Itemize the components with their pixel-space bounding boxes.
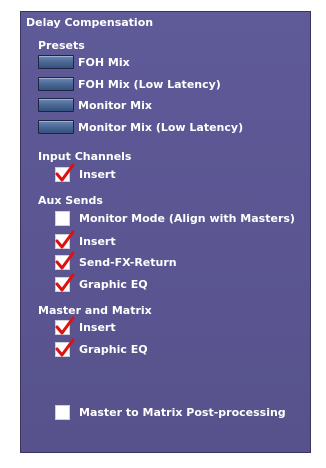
preset-label: FOH Mix (Low Latency) <box>78 77 221 91</box>
master-to-matrix-post-processing-checkbox[interactable] <box>55 405 70 420</box>
aux-monitor-mode-checkbox-row[interactable]: Monitor Mode (Align with Masters) <box>55 210 295 227</box>
preset-label: Monitor Mix (Low Latency) <box>78 120 244 134</box>
aux-insert-label: Insert <box>79 235 116 248</box>
master-to-matrix-post-processing-row[interactable]: Master to Matrix Post-processing <box>55 404 286 421</box>
master-insert-checkbox[interactable] <box>55 316 75 335</box>
preset-monitor-mix-button[interactable]: Monitor Mix <box>38 97 152 113</box>
delay-compensation-panel: Delay Compensation Presets FOH Mix FOH M… <box>20 11 311 453</box>
aux-graphic-eq-label: Graphic EQ <box>79 278 148 291</box>
presets-heading: Presets <box>38 39 85 52</box>
aux-monitor-mode-label: Monitor Mode (Align with Masters) <box>79 212 295 225</box>
input-channels-heading: Input Channels <box>38 150 132 163</box>
master-to-matrix-post-processing-label: Master to Matrix Post-processing <box>79 406 286 419</box>
input-insert-checkbox[interactable] <box>55 163 75 182</box>
master-graphic-eq-label: Graphic EQ <box>79 343 148 356</box>
preset-foh-mix-button[interactable]: FOH Mix <box>38 54 130 70</box>
preset-button-face <box>38 77 74 91</box>
input-insert-checkbox-row[interactable]: Insert <box>55 163 116 183</box>
check-mark-icon <box>55 273 75 292</box>
preset-button-face <box>38 55 74 69</box>
check-mark-icon <box>55 230 75 249</box>
aux-send-fx-return-label: Send-FX-Return <box>79 256 177 269</box>
aux-monitor-mode-checkbox[interactable] <box>55 211 70 226</box>
master-graphic-eq-checkbox-row[interactable]: Graphic EQ <box>55 338 148 358</box>
check-mark-icon <box>55 338 75 357</box>
check-mark-icon <box>55 163 75 182</box>
preset-button-face <box>38 98 74 112</box>
aux-graphic-eq-checkbox-row[interactable]: Graphic EQ <box>55 273 148 293</box>
aux-send-fx-return-checkbox-row[interactable]: Send-FX-Return <box>55 251 177 271</box>
aux-sends-heading: Aux Sends <box>38 194 103 207</box>
panel-title: Delay Compensation <box>26 16 154 29</box>
master-graphic-eq-checkbox[interactable] <box>55 338 75 357</box>
preset-foh-mix-low-latency-button[interactable]: FOH Mix (Low Latency) <box>38 76 221 92</box>
preset-label: FOH Mix <box>78 55 130 69</box>
preset-button-face <box>38 120 74 134</box>
aux-graphic-eq-checkbox[interactable] <box>55 273 75 292</box>
preset-label: Monitor Mix <box>78 98 152 112</box>
aux-insert-checkbox[interactable] <box>55 230 75 249</box>
check-mark-icon <box>55 251 75 270</box>
master-insert-label: Insert <box>79 321 116 334</box>
check-mark-icon <box>55 316 75 335</box>
master-insert-checkbox-row[interactable]: Insert <box>55 316 116 336</box>
aux-insert-checkbox-row[interactable]: Insert <box>55 230 116 250</box>
master-matrix-heading: Master and Matrix <box>38 304 152 317</box>
preset-monitor-mix-low-latency-button[interactable]: Monitor Mix (Low Latency) <box>38 119 243 135</box>
input-insert-label: Insert <box>79 168 116 181</box>
aux-send-fx-return-checkbox[interactable] <box>55 251 75 270</box>
